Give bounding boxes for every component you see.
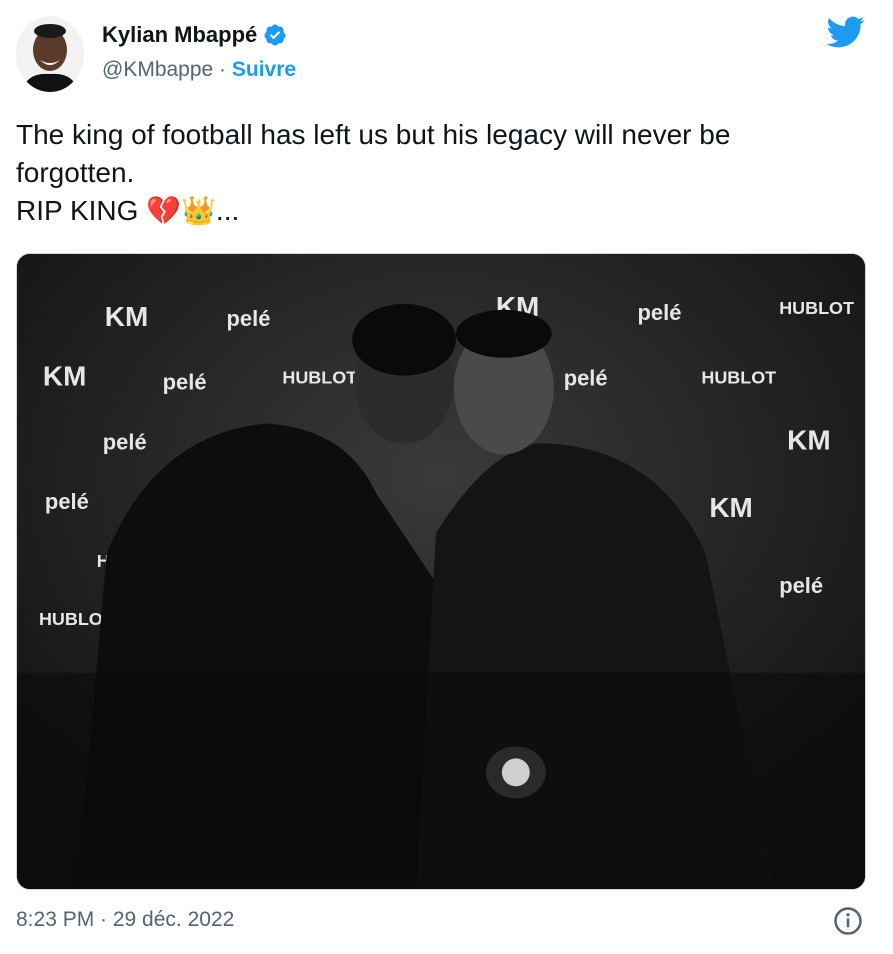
backdrop-logo-pele: pelé — [638, 300, 682, 325]
tweet-photo[interactable]: KM pelé KM pelé HUBLOT KM pelé HUBLOT pe… — [16, 253, 866, 890]
backdrop-logo-km: KM — [709, 492, 752, 523]
twitter-bird-icon[interactable] — [825, 12, 865, 52]
backdrop-logo-hublot: HUBLOT — [282, 368, 357, 388]
backdrop-logo-pele: pelé — [103, 429, 147, 454]
author-name-label: Kylian Mbappé — [102, 22, 258, 47]
backdrop-logo-pele: pelé — [564, 366, 608, 391]
info-icon[interactable] — [833, 906, 863, 936]
author-handle[interactable]: @KMbappe — [102, 58, 213, 81]
backdrop-logo-pele: pelé — [779, 573, 823, 598]
tweet-timestamp[interactable]: 8:23 PM · 29 déc. 2022 — [16, 908, 234, 932]
author-avatar[interactable] — [16, 16, 84, 92]
tweet-text-line: RIP KING 💔👑... — [16, 195, 240, 226]
backdrop-logo-pele: pelé — [45, 489, 89, 514]
backdrop-logo-km: KM — [43, 361, 86, 392]
backdrop-logo-pele: pelé — [163, 370, 207, 395]
tweet-text: The king of football has left us but his… — [16, 116, 876, 230]
handle-separator: · — [213, 58, 232, 81]
tweet-text-line: The king of football has left us but his… — [16, 119, 731, 150]
tweet-text-line: forgotten. — [16, 157, 135, 188]
follow-button[interactable]: Suivre — [232, 58, 296, 81]
backdrop-logo-km: KM — [105, 301, 148, 332]
verified-badge-icon — [264, 24, 286, 46]
backdrop-logo-hublot: HUBLOT — [701, 368, 776, 388]
backdrop-logo-km: KM — [787, 424, 830, 455]
backdrop-logo-hublot: HUBLOT — [779, 298, 854, 318]
backdrop-logo-pele: pelé — [227, 306, 271, 331]
author-name[interactable]: Kylian Mbappé — [102, 22, 287, 48]
author-handle-row: @KMbappe · Suivre — [102, 58, 296, 82]
